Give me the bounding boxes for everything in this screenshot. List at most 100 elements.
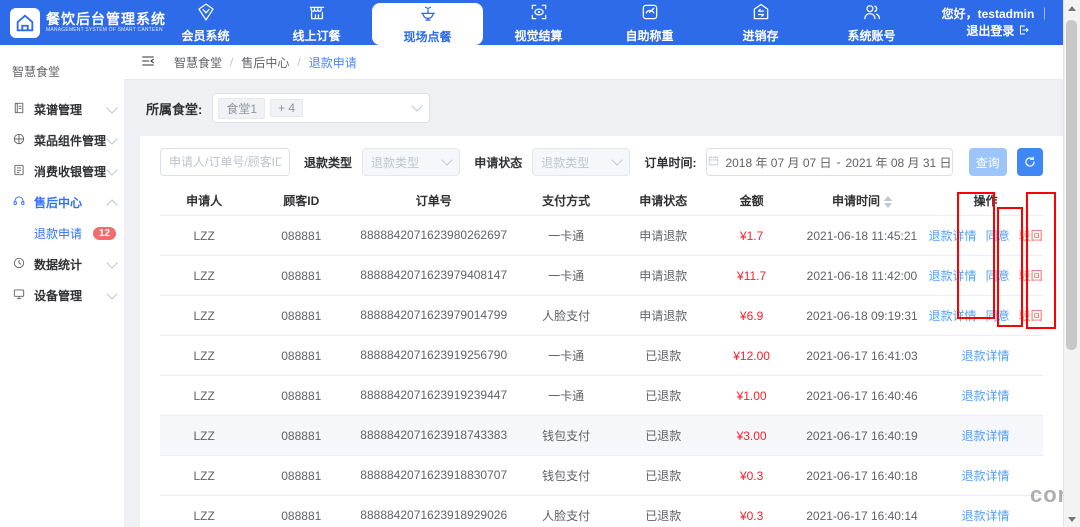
nav-item-2[interactable]: 现场点餐	[372, 3, 483, 45]
cell-applicant: LZZ	[160, 389, 248, 403]
action-link[interactable]: 同意	[986, 227, 1010, 244]
sidebar-item-5[interactable]: 数据统计	[0, 249, 124, 280]
cell-payment: 一卡通	[513, 347, 619, 364]
nav-item-6[interactable]: 系统账号	[816, 0, 927, 45]
nav-item-label: 现场点餐	[403, 28, 451, 45]
action-link[interactable]: 退款详情	[962, 347, 1010, 364]
cell-applicant: LZZ	[160, 269, 248, 283]
table-body: LZZ0888818888842071623980262697一卡通申请退款¥1…	[160, 216, 1043, 527]
table-row-3: LZZ0888818888842071623919256790一卡通已退款¥12…	[160, 336, 1043, 376]
action-link[interactable]: 退款详情	[962, 507, 1010, 524]
breadcrumb-bar: 智慧食堂/售后中心/退款申请	[124, 45, 1063, 80]
keyword-search-input[interactable]	[160, 148, 290, 176]
cell-actions: 退款详情	[928, 507, 1043, 524]
sort-icon[interactable]	[884, 196, 892, 208]
order-date-range-picker[interactable]: 2018 年 07 月 07 日 - 2021 年 08 月 31 日	[706, 148, 952, 176]
column-header-1: 顾客ID	[248, 192, 354, 209]
scroll-up-arrow-icon[interactable]	[1064, 0, 1080, 16]
breadcrumb-item-0[interactable]: 智慧食堂	[174, 54, 222, 71]
action-link[interactable]: 退款详情	[962, 467, 1010, 484]
table-row-1: LZZ0888818888842071623979408147一卡通申请退款¥1…	[160, 256, 1043, 296]
action-link[interactable]: 退款详情	[929, 267, 977, 284]
app-logo: 餐饮后台管理系统 MANAGEMENT SYSTEM OF SMART CANT…	[0, 8, 150, 38]
cell-actions: 退款详情	[928, 387, 1043, 404]
date-range-separator: -	[837, 155, 841, 169]
nav-item-4[interactable]: 自助称重	[594, 0, 705, 45]
cell-order_no: 8888842071623919239447	[354, 388, 513, 403]
cell-payment: 钱包支付	[513, 467, 619, 484]
logout-icon[interactable]	[1018, 24, 1030, 38]
calendar-icon	[707, 154, 720, 170]
chevron-down-icon	[106, 257, 117, 268]
query-button[interactable]: 查询	[969, 148, 1007, 176]
nav-item-1[interactable]: 线上订餐	[261, 0, 372, 45]
cell-payment: 钱包支付	[513, 427, 619, 444]
column-header-6[interactable]: 申请时间	[796, 192, 928, 209]
breadcrumb: 智慧食堂/售后中心/退款申请	[174, 54, 357, 71]
nav-item-label: 自助称重	[625, 27, 673, 44]
cell-amount: ¥12.00	[707, 349, 795, 363]
column-header-7: 操作	[928, 192, 1043, 209]
browser-scrollbar[interactable]	[1063, 0, 1080, 527]
refund-type-select[interactable]: 退款类型	[362, 148, 460, 176]
sidebar-item-2[interactable]: 消费收银管理	[0, 156, 124, 187]
sidebar-fold-icon[interactable]	[140, 53, 156, 72]
refund-count-badge: 12	[93, 227, 116, 240]
cell-status: 已退款	[619, 387, 707, 404]
action-link[interactable]: 驳回	[1019, 227, 1043, 244]
cell-status: 已退款	[619, 347, 707, 364]
sidebar-item-6[interactable]: 设备管理	[0, 280, 124, 311]
sidebar-item-1[interactable]: 菜品组件管理	[0, 125, 124, 156]
nav-item-3[interactable]: 视觉结算	[483, 0, 594, 45]
user-greeting: 您好，testadmin	[942, 7, 1035, 21]
sidebar-item-4[interactable]: 退款申请12	[0, 218, 124, 249]
sidebar-item-0[interactable]: 菜谱管理	[0, 94, 124, 125]
action-link[interactable]: 同意	[986, 267, 1010, 284]
action-link[interactable]: 退款详情	[929, 307, 977, 324]
nav-item-label: 会员系统	[181, 27, 229, 44]
chevron-up-icon	[106, 199, 117, 210]
scroll-down-arrow-icon[interactable]	[1064, 511, 1080, 527]
sidebar-item-label: 数据统计	[34, 256, 108, 273]
cell-payment: 一卡通	[513, 267, 619, 284]
chevron-down-icon	[412, 100, 423, 111]
chevron-down-icon	[106, 133, 117, 144]
filter-row: 退款类型 退款类型 申请状态 退款类型 订单时间: 2018 年 07 月 07…	[160, 148, 1043, 176]
self-weigh-icon	[640, 2, 660, 25]
action-link[interactable]: 同意	[986, 307, 1010, 324]
cell-customer_id: 088881	[248, 349, 354, 363]
canteen-filter-label: 所属食堂:	[146, 99, 202, 118]
cell-time: 2021-06-17 16:40:14	[796, 509, 928, 523]
action-link[interactable]: 驳回	[1019, 307, 1043, 324]
canteen-select[interactable]: 食堂1+ 4	[212, 93, 430, 123]
scrollbar-thumb[interactable]	[1066, 20, 1077, 350]
cell-customer_id: 088881	[248, 509, 354, 523]
cell-time: 2021-06-17 16:40:19	[796, 429, 928, 443]
onsite-order-icon	[418, 3, 438, 26]
nav-item-0[interactable]: 会员系统	[150, 0, 261, 45]
action-link[interactable]: 驳回	[1019, 267, 1043, 284]
refresh-button[interactable]	[1017, 148, 1043, 176]
cell-customer_id: 088881	[248, 429, 354, 443]
action-link[interactable]: 退款详情	[962, 427, 1010, 444]
action-link[interactable]: 退款详情	[962, 387, 1010, 404]
cell-payment: 一卡通	[513, 227, 619, 244]
sidebar-item-label: 消费收银管理	[34, 163, 108, 180]
nav-item-label: 系统账号	[847, 27, 895, 44]
nav-item-label: 线上订餐	[292, 27, 340, 44]
sidebar: 智慧食堂 菜谱管理菜品组件管理消费收银管理售后中心退款申请12数据统计设备管理	[0, 45, 124, 527]
apply-status-select[interactable]: 退款类型	[532, 148, 630, 176]
cell-status: 已退款	[619, 467, 707, 484]
chevron-down-icon	[106, 164, 117, 175]
cell-order_no: 8888842071623919256790	[354, 348, 513, 363]
breadcrumb-item-2[interactable]: 退款申请	[309, 54, 357, 71]
sidebar-item-label: 菜品组件管理	[34, 132, 108, 149]
action-link[interactable]: 退款详情	[929, 227, 977, 244]
nav-item-5[interactable]: 进销存	[705, 0, 816, 45]
logout-button[interactable]: 退出登录	[966, 24, 1014, 38]
chevron-down-icon	[612, 154, 623, 165]
sidebar-item-3[interactable]: 售后中心	[0, 187, 124, 218]
sidebar-menu: 菜谱管理菜品组件管理消费收银管理售后中心退款申请12 数据统计设备管理	[0, 94, 124, 311]
canteen-logo-icon	[10, 8, 40, 38]
breadcrumb-item-1[interactable]: 售后中心	[241, 54, 289, 71]
